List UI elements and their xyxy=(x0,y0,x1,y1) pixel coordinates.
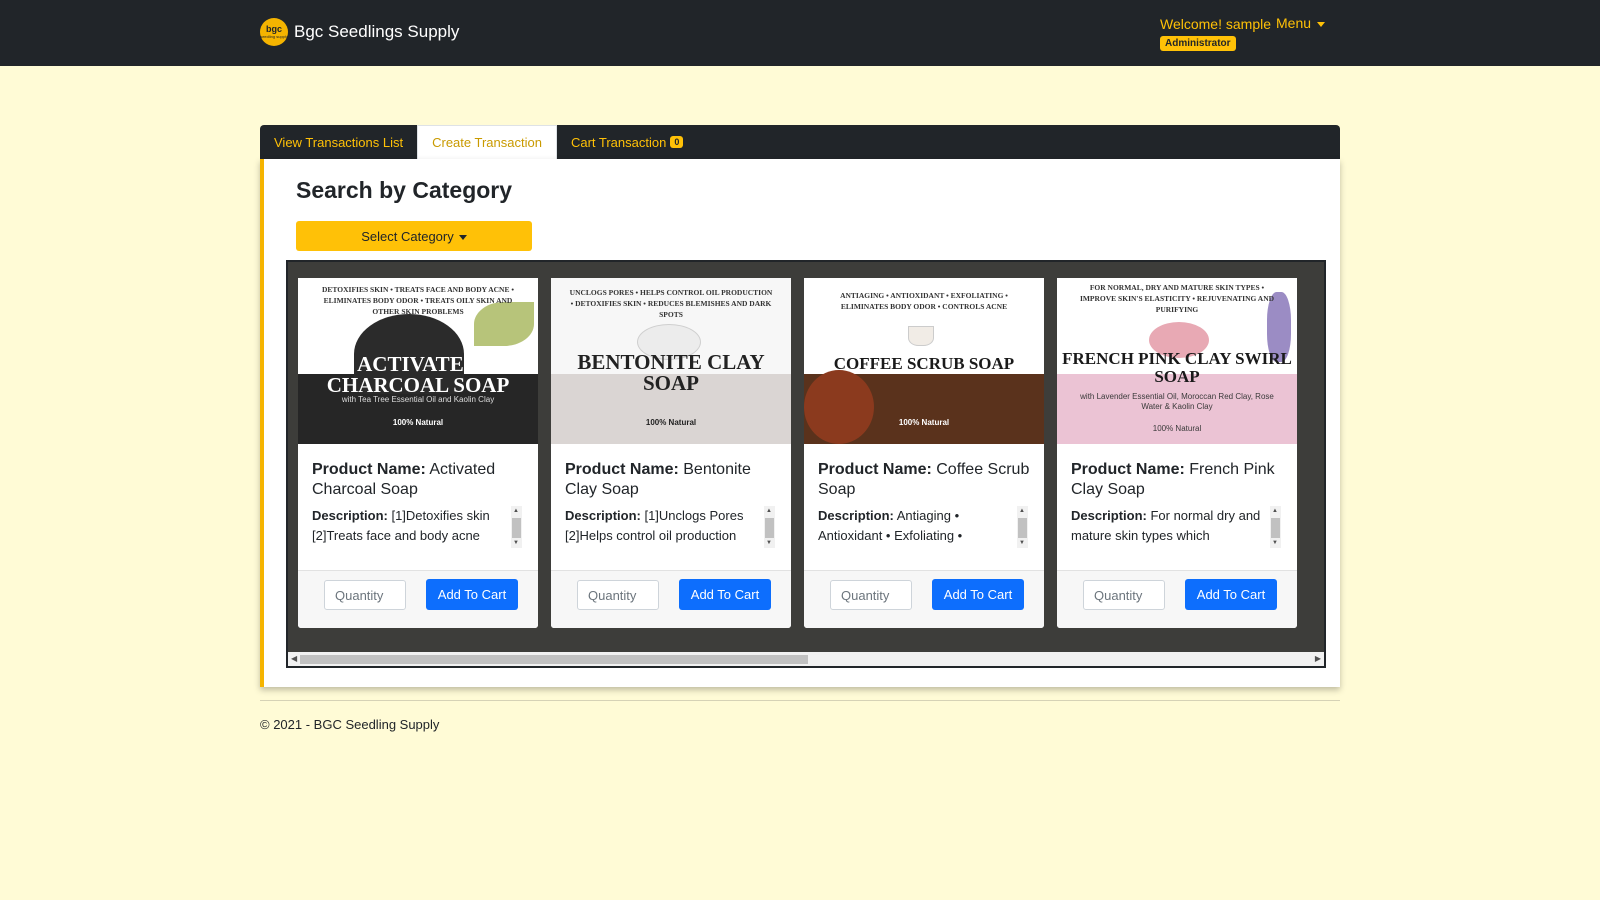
product-desc-label: Description: xyxy=(312,508,388,523)
product-name-label: Product Name: xyxy=(312,461,426,478)
tab-label: View Transactions List xyxy=(274,134,404,150)
product-description: Description: [1]Unclogs Pores [2]Helps c… xyxy=(565,506,761,548)
brand-logo-subtext: seedling supply xyxy=(260,34,288,39)
description-scrollbar[interactable]: ▲ ▼ xyxy=(1270,506,1281,548)
description-scrollbar[interactable]: ▲ ▼ xyxy=(764,506,775,548)
horizontal-scrollbar[interactable]: ◀ ▶ xyxy=(288,652,1324,666)
scroll-right-icon[interactable]: ▶ xyxy=(1315,654,1321,663)
transaction-tabs: View Transactions List Create Transactio… xyxy=(260,125,1340,159)
product-card: DETOXIFIES SKIN • TREATS FACE AND BODY A… xyxy=(298,278,538,628)
product-image-title: ACTIVATED CHARCOAL SOAP xyxy=(326,352,510,397)
product-name: Product Name: Bentonite Clay Soap xyxy=(565,460,783,500)
scrollbar-thumb[interactable] xyxy=(300,655,808,664)
chevron-down-icon xyxy=(458,234,467,240)
product-description: Description: [1]Detoxifies skin [2]Treat… xyxy=(312,506,508,548)
menu-label: Menu xyxy=(1276,15,1312,31)
quantity-input[interactable] xyxy=(577,580,659,610)
description-scrollbar[interactable]: ▲ ▼ xyxy=(1017,506,1028,548)
tab-label: Create Transaction xyxy=(432,135,542,150)
cart-count-badge: 0 xyxy=(670,136,684,148)
product-image-title: COFFEE SCRUB SOAP xyxy=(833,354,1015,373)
product-scroller[interactable]: DETOXIFIES SKIN • TREATS FACE AND BODY A… xyxy=(286,260,1326,668)
product-image-natural: 100% Natural xyxy=(645,418,697,427)
card-footer: Add To Cart xyxy=(551,570,791,628)
product-image-tagline: UNCLOGS PORES • HELPS CONTROL OIL PRODUC… xyxy=(569,288,773,319)
role-badge: Administrator xyxy=(1160,36,1236,51)
product-name: Product Name: Coffee Scrub Soap xyxy=(818,460,1036,500)
tab-view-transactions[interactable]: View Transactions List xyxy=(260,125,417,159)
add-to-cart-button[interactable]: Add To Cart xyxy=(426,579,518,610)
section-title: Search by Category xyxy=(296,177,513,203)
card-footer: Add To Cart xyxy=(1057,570,1297,628)
product-desc-label: Description: xyxy=(1071,508,1147,523)
create-transaction-panel: Search by Category Select Category DETOX… xyxy=(260,159,1340,687)
product-desc-label: Description: xyxy=(818,508,894,523)
product-image-subtitle: with Lavender Essential Oil, Moroccan Re… xyxy=(1080,392,1274,411)
product-image: UNCLOGS PORES • HELPS CONTROL OIL PRODUC… xyxy=(551,278,791,444)
product-name-label: Product Name: xyxy=(818,461,932,478)
brand-logo-text: bgc xyxy=(265,24,282,34)
product-image-title: BENTONITE CLAY SOAP xyxy=(577,350,765,395)
tab-create-transaction[interactable]: Create Transaction xyxy=(417,125,557,159)
footer-copyright: © 2021 - BGC Seedling Supply xyxy=(260,717,440,732)
description-scrollbar[interactable]: ▲ ▼ xyxy=(511,506,522,548)
product-image-tagline: ANTIAGING • ANTIOXIDANT • EXFOLIATING • … xyxy=(840,291,1008,311)
add-to-cart-button[interactable]: Add To Cart xyxy=(679,579,771,610)
select-category-button[interactable]: Select Category xyxy=(296,221,532,251)
brand-logo: bgc seedling supply xyxy=(260,18,288,46)
add-to-cart-button[interactable]: Add To Cart xyxy=(932,579,1024,610)
add-to-cart-button[interactable]: Add To Cart xyxy=(1185,579,1277,610)
chevron-down-icon xyxy=(1317,21,1326,27)
product-image-tagline: DETOXIFIES SKIN • TREATS FACE AND BODY A… xyxy=(322,285,514,316)
product-image: FOR NORMAL, DRY AND MATURE SKIN TYPES • … xyxy=(1057,278,1297,444)
product-name: Product Name: French Pink Clay Soap xyxy=(1071,460,1289,500)
card-footer: Add To Cart xyxy=(804,570,1044,628)
product-image-natural: 100% Natural xyxy=(392,418,444,427)
product-image-natural: 100% Natural xyxy=(1152,424,1202,433)
quantity-input[interactable] xyxy=(1083,580,1165,610)
product-name-label: Product Name: xyxy=(1071,461,1185,478)
menu-dropdown-toggle[interactable]: Menu xyxy=(1276,15,1326,31)
card-footer: Add To Cart xyxy=(298,570,538,628)
scroll-left-icon[interactable]: ◀ xyxy=(291,654,297,663)
top-navbar: bgc seedling supply Bgc Seedlings Supply… xyxy=(0,0,1600,66)
product-image: DETOXIFIES SKIN • TREATS FACE AND BODY A… xyxy=(298,278,538,444)
footer-divider xyxy=(260,700,1340,701)
product-image: ANTIAGING • ANTIOXIDANT • EXFOLIATING • … xyxy=(804,278,1044,444)
product-name: Product Name: Activated Charcoal Soap xyxy=(312,460,530,500)
product-description: Description: Antiaging • Antioxidant • E… xyxy=(818,506,1014,548)
product-card: ANTIAGING • ANTIOXIDANT • EXFOLIATING • … xyxy=(804,278,1044,628)
product-description: Description: For normal dry and mature s… xyxy=(1071,506,1267,548)
brand-link[interactable]: bgc seedling supply Bgc Seedlings Supply xyxy=(260,18,459,46)
tab-cart-transaction[interactable]: Cart Transaction 0 xyxy=(557,125,697,159)
product-desc-label: Description: xyxy=(565,508,641,523)
brand-name: Bgc Seedlings Supply xyxy=(294,22,460,41)
product-name-label: Product Name: xyxy=(565,461,679,478)
product-card: FOR NORMAL, DRY AND MATURE SKIN TYPES • … xyxy=(1057,278,1297,628)
product-image-tagline: FOR NORMAL, DRY AND MATURE SKIN TYPES • … xyxy=(1079,283,1275,314)
product-card: UNCLOGS PORES • HELPS CONTROL OIL PRODUC… xyxy=(551,278,791,628)
product-image-title: FRENCH PINK CLAY SWIRL SOAP xyxy=(1062,349,1292,386)
quantity-input[interactable] xyxy=(324,580,406,610)
select-category-label: Select Category xyxy=(361,228,454,244)
tab-label: Cart Transaction xyxy=(570,134,667,150)
product-image-natural: 100% Natural xyxy=(898,418,950,427)
product-image-subtitle: with Tea Tree Essential Oil and Kaolin C… xyxy=(341,395,495,404)
quantity-input[interactable] xyxy=(830,580,912,610)
welcome-text: Welcome! sample xyxy=(1160,16,1272,32)
